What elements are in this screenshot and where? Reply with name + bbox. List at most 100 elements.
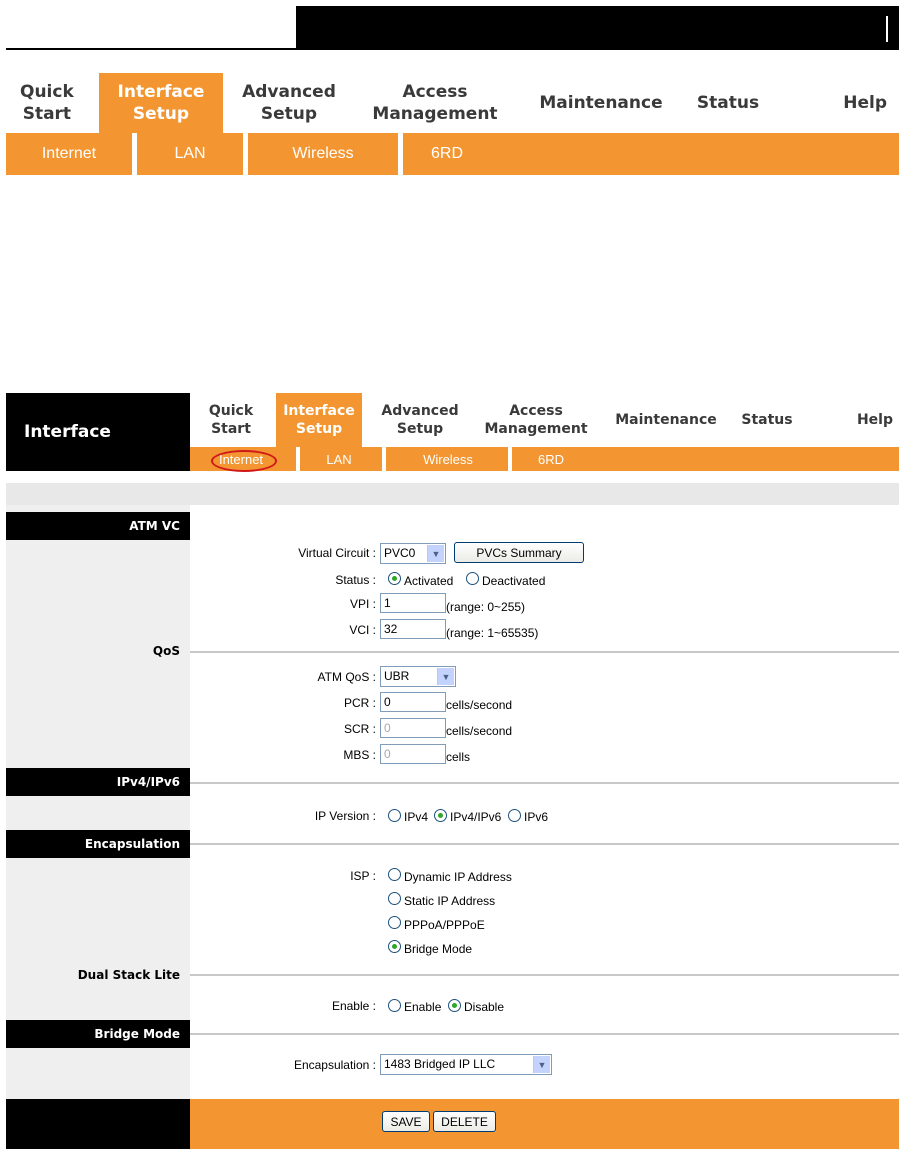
nav-quick-start[interactable]: Quick Start	[190, 393, 272, 447]
section-qos: QoS	[152, 644, 180, 658]
nav-advanced-setup[interactable]: Advanced Setup	[230, 73, 348, 133]
isp-pppoa-radio[interactable]	[388, 916, 401, 929]
subnav-separator	[508, 447, 512, 471]
nav-interface-setup[interactable]: Interface Setup	[99, 73, 223, 133]
virtual-circuit-value: PVC0	[384, 546, 416, 560]
vpi-range: (range: 0~255)	[446, 600, 526, 614]
ip-ipv4ipv6-radio[interactable]	[434, 809, 447, 822]
atm-qos-select[interactable]: UBR ▼	[380, 666, 456, 687]
encapsulation-label: Encapsulation :	[293, 1058, 376, 1072]
isp-dynamic-label: Dynamic IP Address	[404, 870, 512, 884]
nav-quick-start[interactable]: Quick Start	[6, 73, 92, 133]
footer-bar	[190, 1099, 899, 1149]
mbs-label: MBS :	[343, 748, 376, 762]
gray-spacer-bar	[6, 483, 899, 505]
isp-static-label: Static IP Address	[404, 894, 496, 908]
isp-dynamic-radio[interactable]	[388, 868, 401, 881]
nav-help[interactable]: Help	[840, 393, 899, 447]
nav-status[interactable]: Status	[730, 393, 804, 447]
section-encapsulation: Encapsulation	[6, 830, 190, 858]
chevron-down-icon: ▼	[533, 1056, 550, 1073]
nav-access-management[interactable]: Access Management	[478, 393, 594, 447]
status-activated-radio[interactable]	[388, 572, 401, 585]
footer-left	[6, 1099, 190, 1149]
top-header-bar	[6, 6, 899, 50]
subnav-lan[interactable]: LAN	[137, 133, 243, 175]
main-nav: Quick Start Interface Setup Advanced Set…	[6, 73, 899, 133]
vpi-label: VPI :	[349, 597, 376, 611]
ip-ipv4-radio[interactable]	[388, 809, 401, 822]
dslite-disable-radio[interactable]	[448, 999, 461, 1012]
nav-access-management[interactable]: Access Management	[368, 73, 502, 133]
scr-unit: cells/second	[446, 724, 513, 738]
isp-pppoa-label: PPPoA/PPPoE	[404, 918, 485, 932]
nav-help[interactable]: Help	[826, 73, 899, 133]
page-title: Interface	[6, 393, 190, 471]
divider	[190, 782, 899, 784]
atm-qos-label: ATM QoS :	[317, 670, 376, 684]
ip-ipv4-label: IPv4	[404, 810, 429, 824]
subnav-separator	[296, 447, 300, 471]
header-divider	[886, 16, 888, 42]
nav-advanced-setup[interactable]: Advanced Setup	[368, 393, 472, 447]
nav-status[interactable]: Status	[686, 73, 770, 133]
isp-static-radio[interactable]	[388, 892, 401, 905]
sub-nav: Internet LAN Wireless 6RD	[6, 133, 899, 175]
chevron-down-icon: ▼	[427, 545, 444, 562]
isp-bridge-radio[interactable]	[388, 940, 401, 953]
nav-interface-setup[interactable]: Interface Setup	[276, 393, 362, 447]
section-dual-stack-lite: Dual Stack Lite	[77, 968, 180, 982]
enable-label: Enable :	[331, 999, 376, 1013]
pcr-label: PCR :	[343, 696, 376, 710]
pvcs-summary-button[interactable]: PVCs Summary	[454, 542, 584, 563]
scr-input[interactable]: 0	[380, 718, 446, 738]
save-button[interactable]: SAVE	[382, 1111, 430, 1132]
sub-nav: Internet LAN Wireless 6RD	[190, 447, 899, 471]
mbs-input[interactable]: 0	[380, 744, 446, 764]
status-deactivated-radio[interactable]	[466, 572, 479, 585]
encapsulation-select[interactable]: 1483 Bridged IP LLC ▼	[380, 1054, 552, 1075]
isp-label: ISP :	[350, 869, 376, 883]
highlight-circle	[211, 450, 277, 472]
atm-qos-value: UBR	[384, 669, 410, 683]
ip-version-label: IP Version :	[314, 809, 376, 823]
nav-maintenance[interactable]: Maintenance	[532, 73, 670, 133]
chevron-down-icon: ▼	[437, 668, 454, 685]
pcr-unit: cells/second	[446, 698, 513, 712]
subnav-separator	[382, 447, 386, 471]
ip-ipv6-radio[interactable]	[508, 809, 521, 822]
dslite-disable-label: Disable	[464, 1000, 505, 1014]
vci-input[interactable]: 32	[380, 619, 446, 639]
dslite-enable-radio[interactable]	[388, 999, 401, 1012]
status-label: Status :	[335, 573, 376, 587]
divider	[190, 1033, 899, 1035]
subnav-lan[interactable]: LAN	[302, 447, 376, 471]
subnav-wireless[interactable]: Wireless	[248, 133, 398, 175]
section-bridge-mode: Bridge Mode	[6, 1020, 190, 1048]
scr-label: SCR :	[343, 722, 376, 736]
status-activated-label: Activated	[404, 574, 454, 588]
status-deactivated-label: Deactivated	[482, 574, 546, 588]
vci-range: (range: 1~65535)	[446, 626, 539, 640]
subnav-6rd[interactable]: 6RD	[514, 447, 588, 471]
subnav-internet[interactable]: Internet	[6, 133, 132, 175]
virtual-circuit-label: Virtual Circuit :	[298, 546, 376, 560]
dslite-enable-label: Enable	[404, 1000, 442, 1014]
vpi-input[interactable]: 1	[380, 593, 446, 613]
nav-maintenance[interactable]: Maintenance	[604, 393, 728, 447]
virtual-circuit-select[interactable]: PVC0 ▼	[380, 543, 446, 564]
encapsulation-value: 1483 Bridged IP LLC	[384, 1057, 496, 1071]
delete-button[interactable]: DELETE	[433, 1111, 496, 1132]
left-column-bg	[6, 505, 190, 1099]
header-black-band	[296, 6, 899, 48]
ip-ipv6-label: IPv6	[524, 810, 549, 824]
section-ipv4-ipv6: IPv4/IPv6	[6, 768, 190, 796]
vci-label: VCI :	[349, 623, 376, 637]
section-atm-vc: ATM VC	[6, 512, 190, 540]
isp-bridge-label: Bridge Mode	[404, 942, 473, 956]
subnav-6rd[interactable]: 6RD	[403, 133, 491, 175]
divider	[190, 974, 899, 976]
pcr-input[interactable]: 0	[380, 692, 446, 712]
mbs-unit: cells	[446, 750, 471, 764]
subnav-wireless[interactable]: Wireless	[388, 447, 508, 471]
